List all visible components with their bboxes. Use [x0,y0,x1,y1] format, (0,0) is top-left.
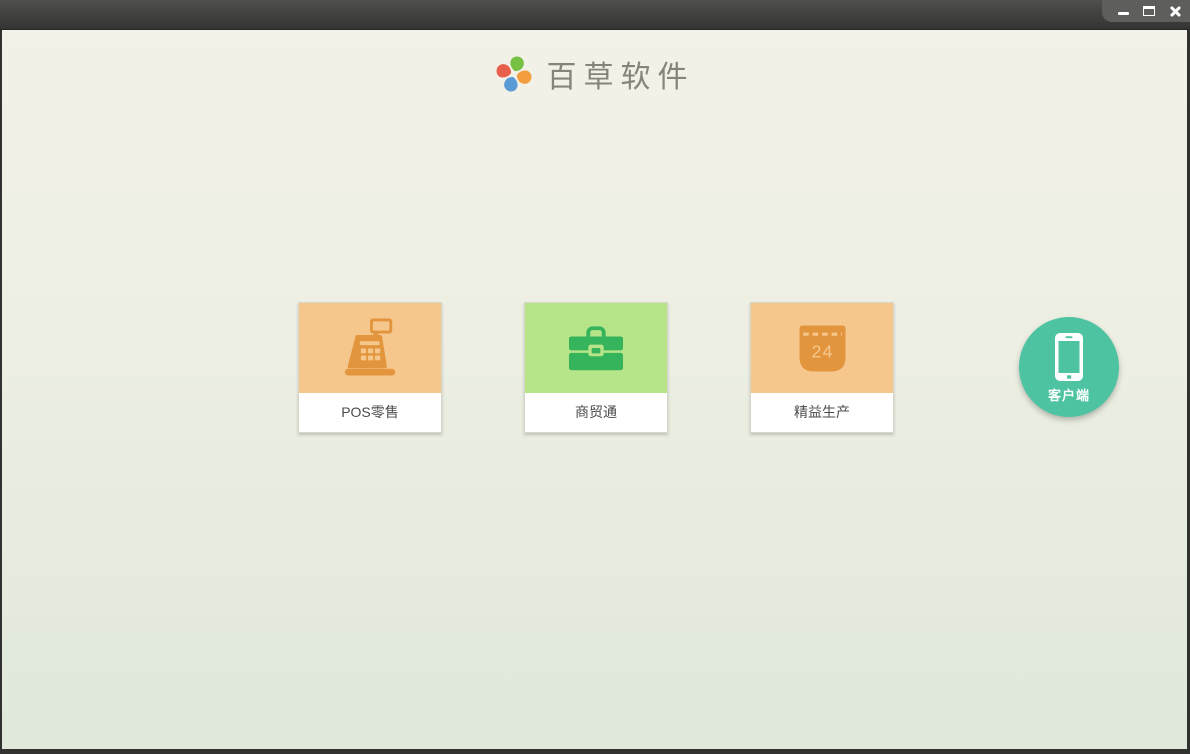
pos-retail-tile [299,303,441,393]
smartphone-icon [1055,333,1083,381]
pinwheel-logo-icon [496,56,531,92]
minimize-icon [1117,12,1129,15]
client-button[interactable]: 客户端 [1019,317,1119,417]
app-logo: 百草软件 [2,52,1187,96]
app-window: 百草软件 POS零售 商贸通 24 精益生产 客户端 [0,0,1190,754]
product-card-pos-retail[interactable]: POS零售 [298,302,442,433]
briefcase-icon [569,325,623,370]
calendar-day-number: 24 [811,341,833,361]
calendar-icon: 24 [799,325,845,371]
product-card-lean-production[interactable]: 24 精益生产 [750,302,894,433]
minimize-button[interactable] [1114,3,1132,19]
product-card-trade[interactable]: 商贸通 [524,302,668,433]
close-button[interactable] [1166,3,1184,19]
maximize-button[interactable] [1140,3,1158,19]
product-label: 精益生产 [751,393,893,432]
client-button-label: 客户端 [1047,388,1090,403]
cash-register-icon [344,318,396,376]
maximize-icon [1143,6,1155,16]
main-content: 百草软件 POS零售 商贸通 24 精益生产 客户端 [0,30,1190,754]
product-label: POS零售 [299,393,441,432]
app-title: 百草软件 [546,60,695,95]
lean-production-tile: 24 [751,303,893,393]
window-controls [1102,0,1190,22]
close-icon [1169,5,1182,18]
title-bar[interactable] [0,0,1190,30]
trade-tile [525,303,667,393]
product-label: 商贸通 [525,393,667,432]
